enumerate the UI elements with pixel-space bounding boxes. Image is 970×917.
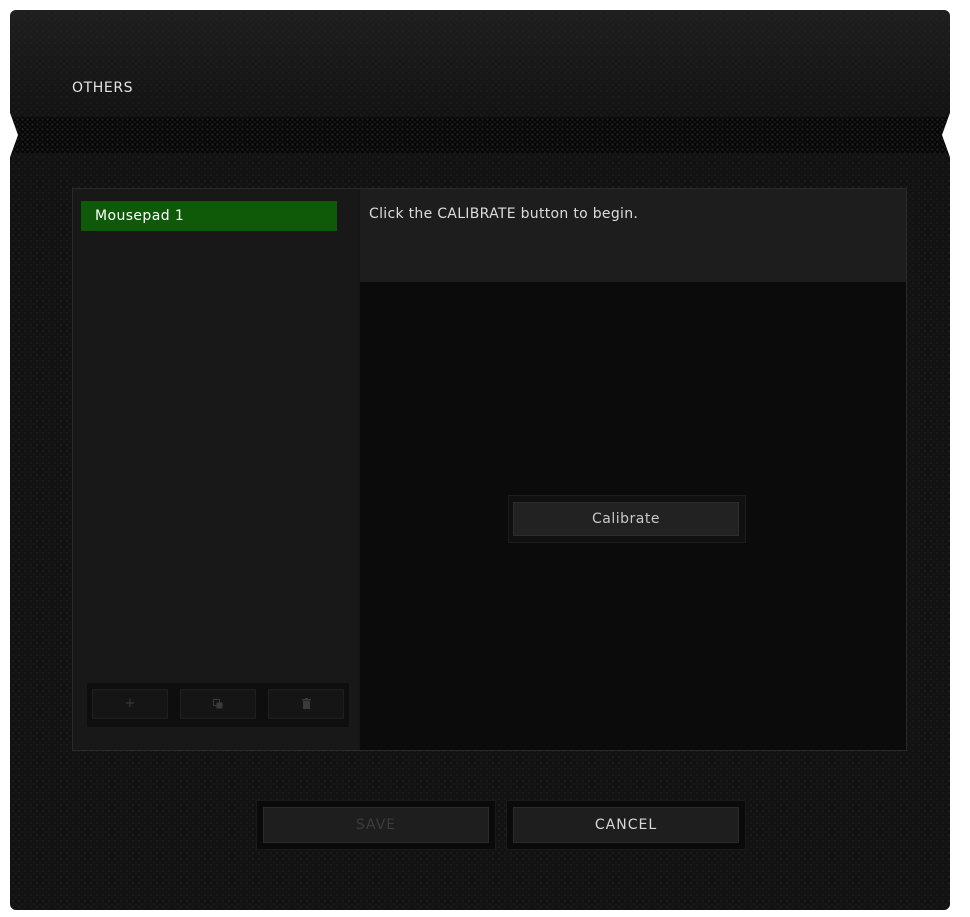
plus-icon: + <box>124 696 136 711</box>
header-divider <box>10 117 950 153</box>
window-title: OTHERS <box>72 80 134 96</box>
copy-profile-button[interactable] <box>180 689 256 719</box>
save-button[interactable]: SAVE <box>263 807 489 843</box>
profile-actions-bar: + <box>87 683 349 727</box>
instruction-box: Click the CALIBRATE button to begin. <box>360 189 906 282</box>
left-notch <box>9 110 18 160</box>
copy-icon <box>213 698 223 708</box>
calibrate-button-frame: Calibrate <box>508 495 746 543</box>
profile-list: Mousepad 1 + <box>73 189 359 750</box>
trash-icon <box>301 698 311 709</box>
calibration-panel: Mousepad 1 + Click the CALIBRATE button … <box>72 188 907 751</box>
cancel-button-frame: CANCEL <box>506 800 746 850</box>
calibrate-button[interactable]: Calibrate <box>513 502 739 536</box>
add-profile-button[interactable]: + <box>92 689 168 719</box>
calibration-window: OTHERS Mousepad 1 + Click the CALIBRATE … <box>9 10 951 910</box>
delete-profile-button[interactable] <box>268 689 344 719</box>
save-button-frame: SAVE <box>256 800 496 850</box>
instruction-text: Click the CALIBRATE button to begin. <box>369 206 639 222</box>
cancel-button[interactable]: CANCEL <box>513 807 739 843</box>
calibration-area: Click the CALIBRATE button to begin. Cal… <box>360 189 906 750</box>
header-background <box>10 10 950 120</box>
list-item-mousepad-1[interactable]: Mousepad 1 <box>81 201 337 231</box>
right-notch <box>942 110 951 160</box>
